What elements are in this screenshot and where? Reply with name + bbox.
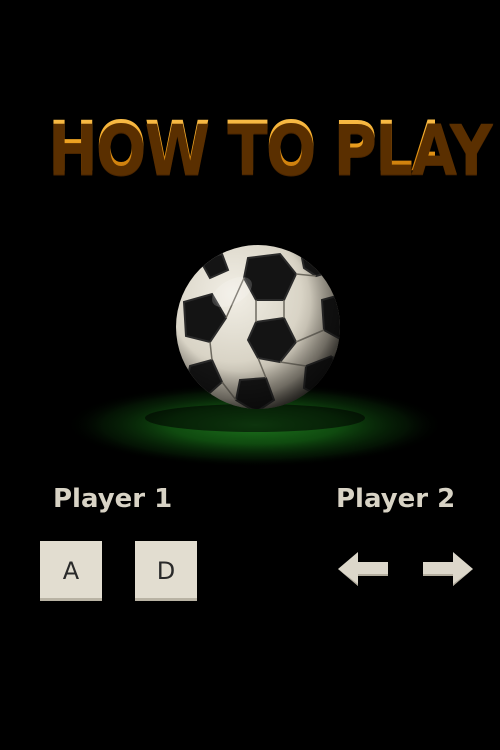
player-1-label: Player 1 [53, 484, 173, 514]
key-d: D [135, 541, 197, 601]
arrow-left-icon [336, 550, 390, 588]
key-a: A [40, 541, 102, 601]
page-title: HOW TO PLAY [48, 100, 493, 195]
arrow-right-icon [421, 550, 475, 588]
player-2-label: Player 2 [336, 484, 456, 514]
ball-illustration [60, 230, 450, 470]
how-to-play-screen: HOW TO PLAY HOW TO PLAY [0, 0, 500, 750]
